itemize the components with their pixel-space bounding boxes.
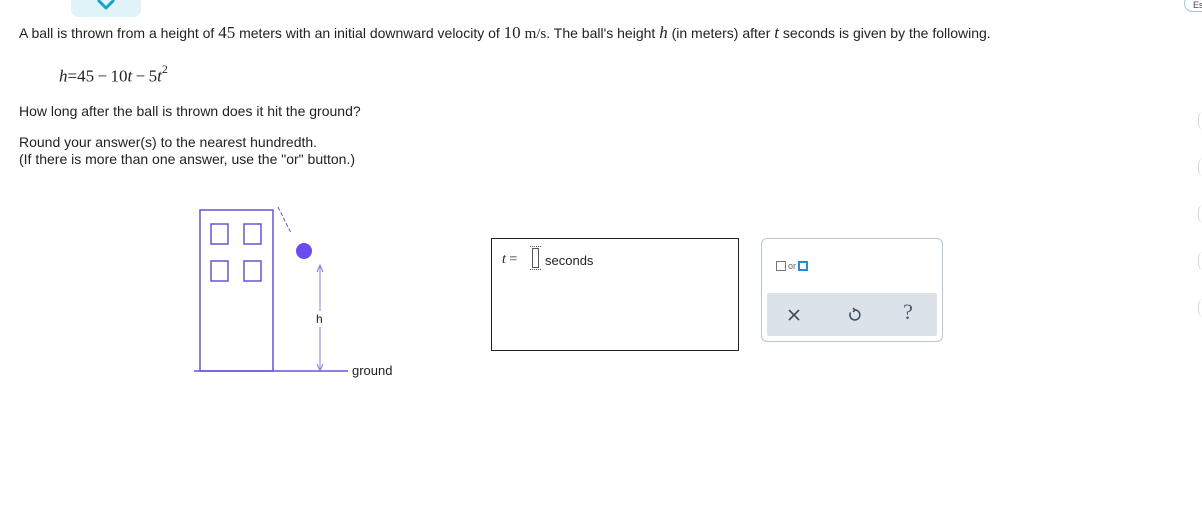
height-equation: h=45 − 10t − 5t2 [59,62,168,86]
chevron-down-icon [97,0,115,10]
edge-tab [1198,252,1202,270]
answer-variable: t = [502,252,518,267]
placeholder-box-icon [776,260,786,271]
keypad-action-bar: ? [767,293,937,336]
edge-tab [1198,112,1202,130]
language-toggle[interactable]: Es [1184,0,1202,12]
edge-tab [1198,205,1202,223]
height-value: 45 [218,23,236,42]
velocity-unit: m/s [524,26,547,42]
window [243,260,262,282]
undo-icon [849,307,861,321]
window [210,223,229,245]
clear-x-icon [788,309,800,321]
edge-tab [1198,299,1202,317]
window [210,260,229,282]
ground-label: ground [352,363,393,378]
or-button[interactable]: or [776,260,816,274]
h-variable: h [659,23,668,42]
problem-statement: A ball is thrown from a height of 45 met… [19,23,991,43]
building-diagram: h ground [190,203,410,381]
clear-button[interactable] [783,304,805,326]
trajectory-line [277,206,292,234]
edge-tab [1198,158,1202,176]
placeholder-box-icon [798,260,809,271]
velocity-value: 10 [503,23,521,42]
answer-input[interactable] [530,246,541,270]
answer-area: t = seconds [491,238,739,351]
ball [296,243,312,259]
or-button-instruction: (If there is more than one answer, use t… [19,151,356,167]
help-icon: ? [903,299,913,324]
diagram-svg [194,206,348,373]
rounding-instruction: Round your answer(s) to the nearest hund… [19,134,318,150]
undo-button[interactable] [843,304,865,326]
answer-units: seconds [545,253,594,268]
question-text: How long after the ball is thrown does i… [19,103,361,119]
height-label: h [316,311,323,327]
collapse-tab-button[interactable] [71,0,141,17]
window [243,223,262,245]
math-keypad: or ? [761,238,943,342]
help-button[interactable]: ? [897,299,919,324]
